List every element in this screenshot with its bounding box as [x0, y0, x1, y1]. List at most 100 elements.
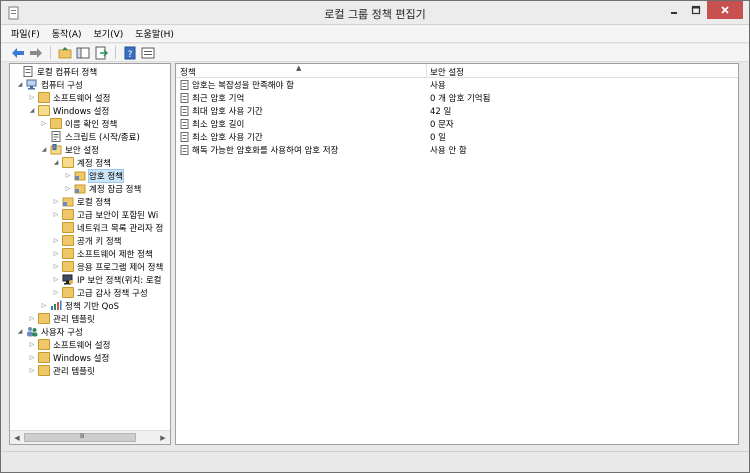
collapsed-arrow-icon[interactable]: ▷ [28, 353, 36, 363]
tree-node-uc-admin-templates[interactable]: ▷ 관리 템플릿 [28, 364, 95, 377]
tree-node-computer-config[interactable]: ◢ 컴퓨터 구성 [16, 78, 83, 91]
policy-item-icon [180, 145, 189, 155]
menu-view[interactable]: 보기(V) [94, 27, 124, 40]
back-button[interactable] [11, 46, 25, 60]
collapsed-arrow-icon[interactable]: ▷ [40, 119, 48, 129]
collapsed-arrow-icon[interactable]: ▷ [64, 171, 72, 181]
collapsed-arrow-icon[interactable]: ▷ [52, 275, 60, 285]
sort-ascending-icon: ▲ [296, 64, 302, 72]
tree-pane[interactable]: 로컬 컴퓨터 정책 ◢ 컴퓨터 구성 ▷ 소프트웨어 설정 ◢ Windows … [9, 63, 171, 445]
policy-value: 42 일 [430, 107, 452, 117]
tree-node-uc-windows-settings[interactable]: ▷ Windows 설정 [28, 351, 109, 364]
tree-node-name-resolution-policy[interactable]: ▷ 이름 확인 정책 [40, 117, 117, 130]
menu-file[interactable]: 파일(F) [11, 27, 40, 40]
users-icon [27, 327, 38, 337]
tree-node-cc-windows-settings[interactable]: ◢ Windows 설정 [28, 104, 109, 117]
tree-node-account-lockout-policy[interactable]: ▷ 계정 잠금 정책 [64, 182, 141, 195]
tree-node-ip-security[interactable]: ▷ IP 보안 정책(위치: 로컬 [52, 273, 161, 286]
folder-icon [62, 235, 74, 246]
tree-label: 관리 템플릿 [53, 314, 95, 325]
title-bar[interactable]: 로컬 그룹 정책 편집기 [1, 1, 749, 25]
folder-open-icon [62, 157, 74, 168]
collapsed-arrow-icon[interactable]: ▷ [28, 340, 36, 350]
tree-node-cc-admin-templates[interactable]: ▷ 관리 템플릿 [28, 312, 95, 325]
collapsed-arrow-icon[interactable]: ▷ [64, 184, 72, 194]
menu-help[interactable]: 도움말(H) [135, 27, 174, 40]
tree-node-scripts[interactable]: 스크립트 (시작/종료) [40, 130, 140, 143]
expanded-arrow-icon[interactable]: ◢ [16, 327, 24, 337]
maximize-button[interactable] [685, 1, 707, 19]
tree-label: 소프트웨어 제한 정책 [77, 249, 153, 260]
table-row[interactable]: 최소 암호 길이 0 문자 [176, 118, 738, 130]
policy-item-icon [180, 93, 189, 103]
forward-button[interactable] [29, 46, 43, 60]
tree-node-user-config[interactable]: ◢ 사용자 구성 [16, 325, 83, 338]
tree-node-application-control[interactable]: ▷ 응용 프로그램 제어 정책 [52, 260, 163, 273]
tree-node-cc-software-settings[interactable]: ▷ 소프트웨어 설정 [28, 91, 110, 104]
expanded-arrow-icon[interactable]: ◢ [40, 145, 48, 155]
forward-arrow-icon [30, 47, 42, 58]
tree-label: 로컬 컴퓨터 정책 [37, 67, 98, 78]
tree-label: 소프트웨어 설정 [53, 340, 111, 351]
tree-node-network-list-manager[interactable]: 네트워크 목록 관리자 정 [52, 221, 163, 234]
tree-node-advanced-audit[interactable]: ▷ 고급 감사 정책 구성 [52, 286, 148, 299]
tree-node-uc-software-settings[interactable]: ▷ 소프트웨어 설정 [28, 338, 110, 351]
tree-node-advanced-firewall[interactable]: ▷ 고급 보안이 포함된 Wi [52, 208, 158, 221]
policy-list-pane[interactable]: 정책 ▲ 보안 설정 암호는 복잡성을 만족해야 함 사용 최근 암호 기억 0… [175, 63, 739, 445]
folder-icon [50, 118, 62, 129]
expanded-arrow-icon[interactable]: ◢ [16, 80, 24, 90]
collapsed-arrow-icon[interactable]: ▷ [52, 288, 60, 298]
tree-node-public-key-policies[interactable]: ▷ 공개 키 정책 [52, 234, 122, 247]
horizontal-scrollbar[interactable]: ◀ Ⅲ ▶ [10, 430, 170, 444]
tree-node-local-policies[interactable]: ▷ 로컬 정책 [52, 195, 111, 208]
back-arrow-icon [12, 47, 24, 58]
script-icon [51, 131, 61, 142]
column-header-security-setting[interactable]: 보안 설정 [430, 66, 464, 78]
folder-icon [62, 287, 74, 298]
tree-node-policy-based-qos[interactable]: ▷ 정책 기반 QoS [40, 299, 119, 312]
collapsed-arrow-icon[interactable]: ▷ [52, 236, 60, 246]
tree-label: 네트워크 목록 관리자 정 [77, 223, 164, 234]
tree-label: 공개 키 정책 [77, 236, 122, 247]
table-row[interactable]: 암호는 복잡성을 만족해야 함 사용 [176, 79, 738, 91]
policy-document-icon [23, 66, 33, 77]
collapsed-arrow-icon[interactable]: ▷ [28, 366, 36, 376]
tree-node-account-policies[interactable]: ◢ 계정 정책 [52, 156, 111, 169]
folder-icon [38, 365, 50, 376]
scroll-left-arrow-icon[interactable]: ◀ [11, 432, 23, 444]
collapsed-arrow-icon[interactable]: ▷ [52, 197, 60, 207]
help-button[interactable]: ? [123, 46, 137, 60]
policy-folder-icon [62, 197, 74, 207]
scroll-right-arrow-icon[interactable]: ▶ [157, 432, 169, 444]
table-row[interactable]: 최대 암호 사용 기간 42 일 [176, 105, 738, 117]
expanded-arrow-icon[interactable]: ◢ [52, 158, 60, 168]
minimize-button[interactable] [663, 1, 685, 19]
tree-node-password-policy[interactable]: ▷ 암호 정책 [64, 168, 124, 183]
folder-icon [62, 261, 74, 272]
policy-name: 최근 암호 기억 [192, 94, 245, 104]
collapsed-arrow-icon[interactable]: ▷ [52, 249, 60, 259]
collapsed-arrow-icon[interactable]: ▷ [28, 93, 36, 103]
properties-button[interactable] [141, 46, 155, 60]
tree-node-local-computer-policy[interactable]: 로컬 컴퓨터 정책 [12, 65, 97, 78]
expanded-arrow-icon[interactable]: ◢ [28, 106, 36, 116]
menu-action[interactable]: 동작(A) [52, 27, 82, 40]
tree-node-software-restriction[interactable]: ▷ 소프트웨어 제한 정책 [52, 247, 153, 260]
tree-node-security-settings[interactable]: ◢ 보안 설정 [40, 143, 99, 156]
table-row[interactable]: 최소 암호 사용 기간 0 일 [176, 131, 738, 143]
tree-label: 보안 설정 [65, 145, 99, 156]
close-button[interactable] [707, 1, 743, 19]
collapsed-arrow-icon[interactable]: ▷ [52, 210, 60, 220]
collapsed-arrow-icon[interactable]: ▷ [40, 301, 48, 311]
collapsed-arrow-icon[interactable]: ▷ [28, 314, 36, 324]
table-row[interactable]: 해독 가능한 암호화를 사용하여 암호 저장 사용 안 함 [176, 144, 738, 156]
up-one-level-button[interactable] [58, 46, 72, 60]
column-header-policy[interactable]: 정책 [180, 66, 196, 78]
show-hide-tree-button[interactable] [76, 46, 90, 60]
tree-label: 계정 잠금 정책 [89, 184, 142, 195]
folder-icon [62, 222, 74, 233]
collapsed-arrow-icon[interactable]: ▷ [52, 262, 60, 272]
policy-name: 최대 암호 사용 기간 [192, 107, 263, 117]
export-list-button[interactable] [94, 46, 108, 60]
table-row[interactable]: 최근 암호 기억 0 개 암호 기억됨 [176, 92, 738, 104]
